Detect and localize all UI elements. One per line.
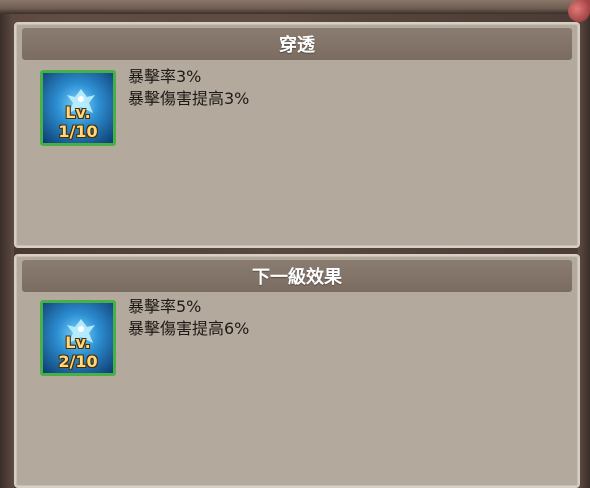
next-effect-stats: 暴擊率5% 暴擊傷害提高6% bbox=[128, 296, 249, 340]
current-level-label: Lv. 1/10 bbox=[58, 103, 98, 141]
stat-line: 暴擊傷害提高6% bbox=[128, 319, 250, 338]
current-effect-title: 穿透 bbox=[279, 35, 315, 56]
current-effect-panel: 穿透 Lv. 1/10 暴擊率3% 暴擊傷害提高3% bbox=[14, 22, 580, 248]
next-effect-title: 下一級效果 bbox=[252, 267, 342, 288]
stat-line: 暴擊傷害提高3% bbox=[128, 89, 250, 108]
corner-gem-decoration bbox=[568, 0, 590, 22]
next-effect-panel: 下一級效果 Lv. 2/10 暴擊率5% 暴擊傷害提高6% bbox=[14, 254, 580, 488]
next-effect-header: 下一級效果 bbox=[22, 260, 572, 292]
top-border bbox=[0, 0, 590, 14]
next-skill-icon-card[interactable]: Lv. 2/10 bbox=[40, 300, 116, 376]
next-level-label: Lv. 2/10 bbox=[58, 333, 98, 371]
current-skill-icon-card[interactable]: Lv. 1/10 bbox=[40, 70, 116, 146]
popup-frame: 穿透 Lv. 1/10 暴擊率3% 暴擊傷害提高3% 下一級效果 Lv. 2/1… bbox=[0, 0, 590, 488]
current-effect-stats: 暴擊率3% 暴擊傷害提高3% bbox=[128, 66, 249, 110]
stat-line: 暴擊率3% bbox=[128, 67, 202, 86]
left-border-decoration bbox=[0, 14, 14, 488]
current-effect-header: 穿透 bbox=[22, 28, 572, 60]
stat-line: 暴擊率5% bbox=[128, 297, 202, 316]
